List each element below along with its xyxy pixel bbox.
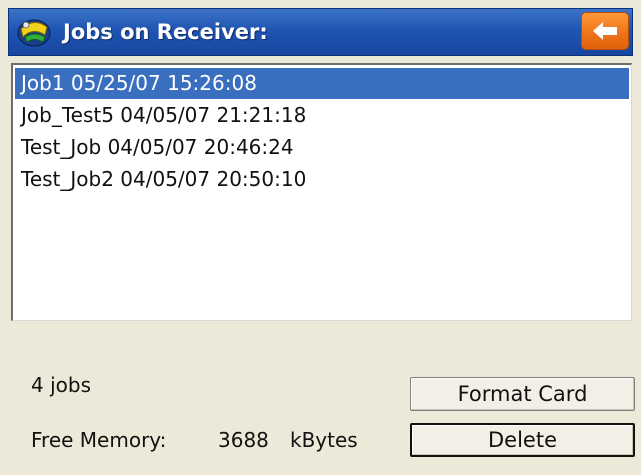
jobs-list[interactable]: Job1 05/25/07 15:26:08 Job_Test5 04/05/0… xyxy=(11,63,632,321)
job-count-label: 4 jobs xyxy=(31,373,91,397)
free-memory-unit: kBytes xyxy=(290,428,358,452)
title-bar: Jobs on Receiver: xyxy=(8,8,633,56)
back-arrow-icon xyxy=(593,22,617,40)
job-list-item[interactable]: Test_Job2 04/05/07 20:50:10 xyxy=(15,164,629,195)
free-memory-label: Free Memory: xyxy=(31,428,167,452)
back-button[interactable] xyxy=(581,12,629,50)
free-memory-value: 3688 xyxy=(218,428,269,452)
job-list-item[interactable]: Job1 05/25/07 15:26:08 xyxy=(15,68,629,99)
window-title: Jobs on Receiver: xyxy=(63,20,268,44)
job-list-item[interactable]: Test_Job 04/05/07 20:46:24 xyxy=(15,132,629,163)
format-card-button[interactable]: Format Card xyxy=(410,377,635,411)
receiver-app-icon xyxy=(15,15,53,49)
job-list-item[interactable]: Job_Test5 04/05/07 21:21:18 xyxy=(15,100,629,131)
delete-button[interactable]: Delete xyxy=(410,423,635,457)
